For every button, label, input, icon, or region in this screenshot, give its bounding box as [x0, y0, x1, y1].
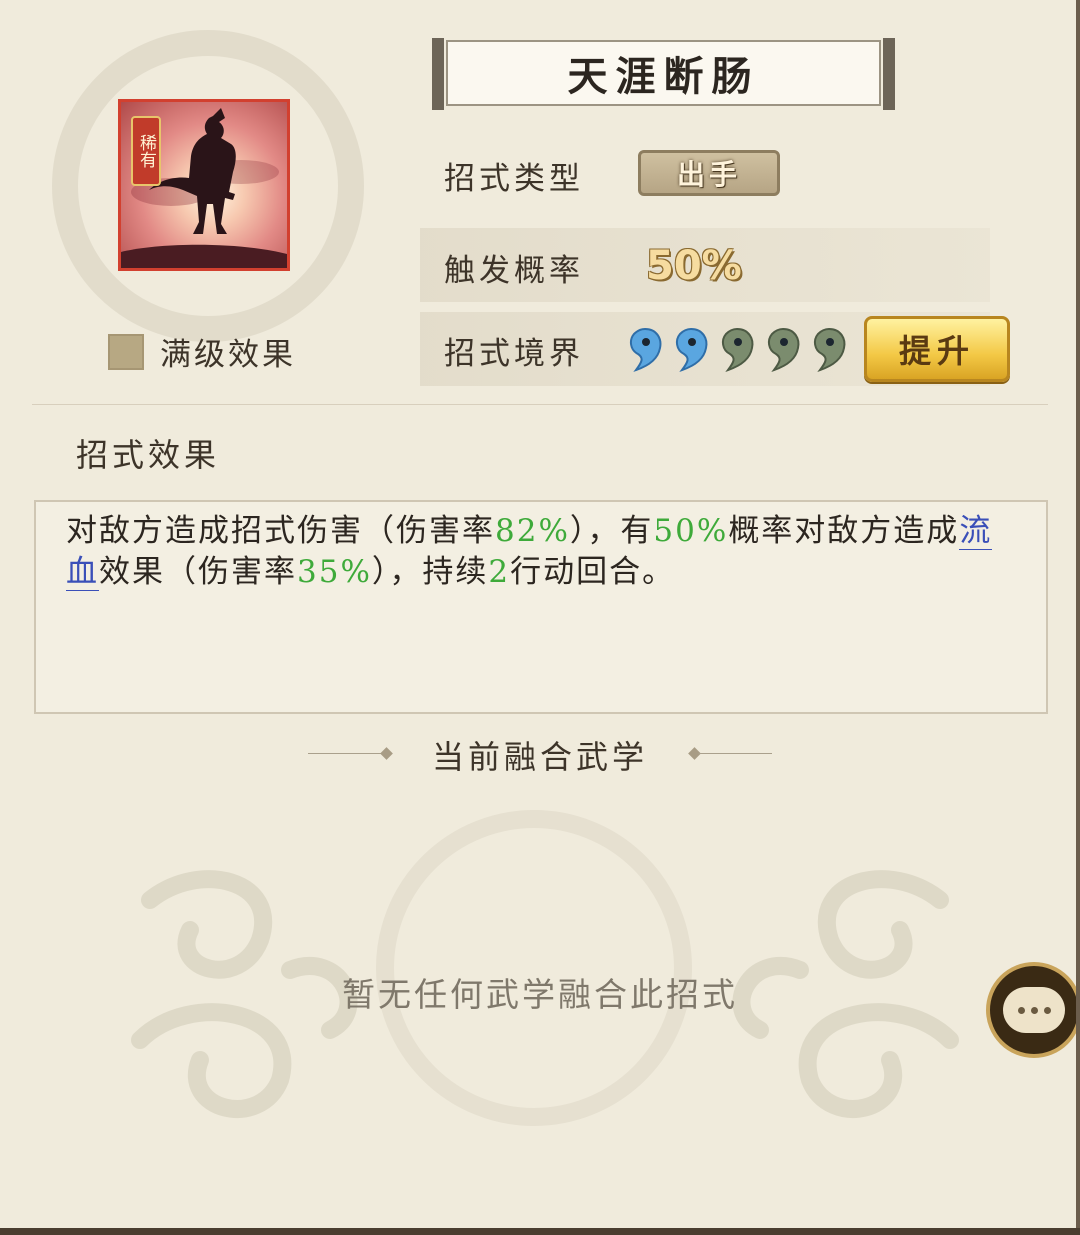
trigger-rate-value: 50% [646, 243, 742, 289]
title-bracket-left [432, 38, 444, 110]
trigger-rate-label: 触发概率 [444, 253, 584, 289]
realm-dot-empty-icon [721, 327, 754, 372]
chat-bubble-icon [1003, 987, 1065, 1033]
skill-title-frame: 天涯断肠 [432, 38, 895, 110]
title-bracket-right [883, 38, 895, 110]
chance-value: 50% [653, 513, 729, 549]
fusion-title: 当前融合武学 [431, 738, 648, 776]
chat-button[interactable] [986, 962, 1076, 1058]
rarity-badge: 稀有 [131, 116, 161, 186]
damage-rate-value: 82% [495, 513, 570, 549]
fusion-empty-text: 暂无任何武学融合此招式 [342, 975, 738, 1014]
realm-dot-filled-icon [629, 327, 662, 372]
skill-effect-title: 招式效果 [76, 436, 221, 474]
realm-level-indicator [626, 326, 848, 372]
skill-type-badge: 出手 [638, 150, 780, 196]
max-level-label: 满级效果 [160, 337, 296, 373]
realm-dot-filled-icon [675, 327, 708, 372]
skill-detail-panel: 稀有 满级效果 天涯断肠 招式类型 出手 触发概率 50% 招式境界 提升 招式… [0, 0, 1080, 1228]
section-divider [32, 404, 1048, 405]
skill-type-label: 招式类型 [444, 161, 584, 197]
effect-text-segment: 概率对敌方造成 [728, 513, 960, 549]
bottom-bar [0, 1228, 1080, 1235]
effect-text-segment: 对敌方造成招式伤害（伤害率 [66, 513, 495, 549]
duration-value: 2 [488, 554, 511, 590]
heading-line-right [698, 753, 772, 754]
max-level-checkbox[interactable] [108, 333, 144, 370]
bleed-damage-rate-value: 35% [297, 554, 372, 590]
effect-text-segment: ），持续 [371, 554, 489, 590]
effect-text-segment: 行动回合。 [510, 554, 676, 590]
skill-effect-text: 对敌方造成招式伤害（伤害率82%），有50%概率对敌方造成流血效果（伤害率35%… [66, 511, 996, 593]
upgrade-button[interactable]: 提升 [864, 316, 1010, 382]
max-level-toggle[interactable]: 满级效果 [108, 329, 296, 374]
effect-text-segment: 效果（伤害率 [99, 554, 297, 590]
skill-icon[interactable]: 稀有 [118, 99, 290, 271]
fusion-heading: 当前融合武学 [308, 732, 772, 776]
effect-text-segment: ），有 [569, 513, 654, 549]
realm-dot-empty-icon [813, 327, 846, 372]
realm-dot-empty-icon [767, 327, 800, 372]
skill-title: 天涯断肠 [446, 40, 881, 106]
skill-realm-label: 招式境界 [444, 336, 584, 372]
